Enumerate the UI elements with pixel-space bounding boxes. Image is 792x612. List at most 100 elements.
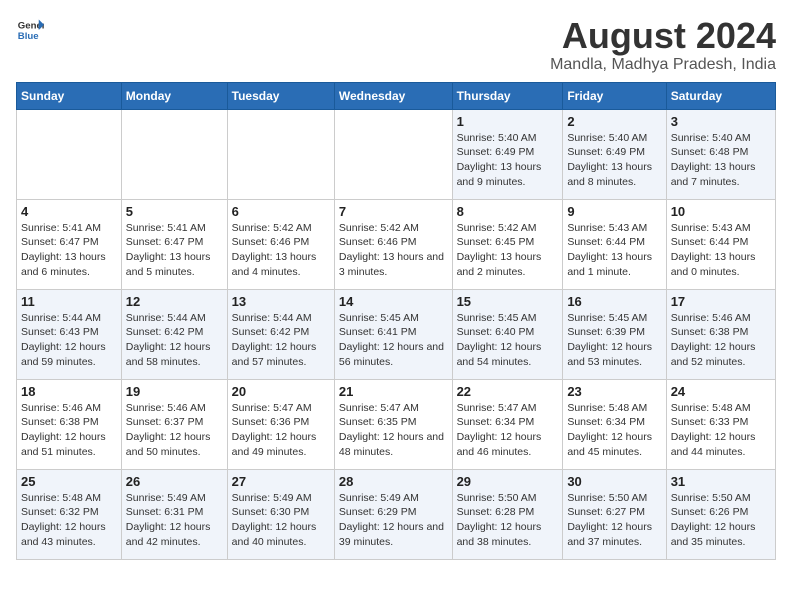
main-title: August 2024 (550, 16, 776, 56)
calendar-cell: 12Sunrise: 5:44 AMSunset: 6:42 PMDayligh… (121, 289, 227, 379)
day-info: Sunrise: 5:41 AMSunset: 6:47 PMDaylight:… (21, 221, 117, 280)
calendar-header-row: SundayMondayTuesdayWednesdayThursdayFrid… (17, 82, 776, 109)
day-info: Sunrise: 5:40 AMSunset: 6:49 PMDaylight:… (567, 131, 661, 190)
calendar-cell (17, 109, 122, 199)
day-number: 5 (126, 204, 223, 219)
day-number: 12 (126, 294, 223, 309)
logo-icon: General Blue (16, 16, 44, 44)
day-of-week-header: Saturday (666, 82, 775, 109)
day-number: 24 (671, 384, 771, 399)
day-number: 6 (232, 204, 330, 219)
day-info: Sunrise: 5:43 AMSunset: 6:44 PMDaylight:… (567, 221, 661, 280)
day-of-week-header: Sunday (17, 82, 122, 109)
calendar-cell: 20 Sunrise: 5:47 AMSunset: 6:36 PMDayligh… (227, 379, 334, 469)
day-info: Sunrise: 5:48 AMSunset: 6:33 PMDaylight:… (671, 401, 771, 460)
day-number: 10 (671, 204, 771, 219)
calendar-cell: 25 Sunrise: 5:48 AMSunset: 6:32 PMDayligh… (17, 469, 122, 559)
day-info: Sunrise: 5:49 AMSunset: 6:30 PMDaylight:… (232, 491, 330, 550)
day-number: 2 (567, 114, 661, 129)
day-number: 22 (457, 384, 559, 399)
day-number: 3 (671, 114, 771, 129)
day-number: 4 (21, 204, 117, 219)
day-number: 20 (232, 384, 330, 399)
calendar-cell: 6 Sunrise: 5:42 AMSunset: 6:46 PMDaylight… (227, 199, 334, 289)
day-info: Sunrise: 5:45 AMSunset: 6:41 PMDaylight:… (339, 311, 448, 370)
day-number: 9 (567, 204, 661, 219)
day-of-week-header: Tuesday (227, 82, 334, 109)
calendar-cell: 16 Sunrise: 5:45 AMSunset: 6:39 PMDayligh… (563, 289, 666, 379)
day-info: Sunrise: 5:50 AMSunset: 6:28 PMDaylight:… (457, 491, 559, 550)
day-number: 19 (126, 384, 223, 399)
day-number: 25 (21, 474, 117, 489)
calendar-cell: 10 Sunrise: 5:43 AMSunset: 6:44 PMDayligh… (666, 199, 775, 289)
calendar-cell: 11Sunrise: 5:44 AMSunset: 6:43 PMDayligh… (17, 289, 122, 379)
calendar-cell: 26Sunrise: 5:49 AMSunset: 6:31 PMDayligh… (121, 469, 227, 559)
day-info: Sunrise: 5:47 AMSunset: 6:35 PMDaylight:… (339, 401, 448, 460)
day-number: 13 (232, 294, 330, 309)
day-info: Sunrise: 5:44 AMSunset: 6:43 PMDaylight:… (21, 311, 117, 370)
day-info: Sunrise: 5:41 AMSunset: 6:47 PMDaylight:… (126, 221, 223, 280)
day-number: 17 (671, 294, 771, 309)
day-of-week-header: Thursday (452, 82, 563, 109)
calendar-cell (334, 109, 452, 199)
day-info: Sunrise: 5:49 AMSunset: 6:29 PMDaylight:… (339, 491, 448, 550)
day-number: 23 (567, 384, 661, 399)
day-info: Sunrise: 5:50 AMSunset: 6:27 PMDaylight:… (567, 491, 661, 550)
day-info: Sunrise: 5:47 AMSunset: 6:36 PMDaylight:… (232, 401, 330, 460)
calendar-cell: 15 Sunrise: 5:45 AMSunset: 6:40 PMDayligh… (452, 289, 563, 379)
calendar-week-row: 11Sunrise: 5:44 AMSunset: 6:43 PMDayligh… (17, 289, 776, 379)
day-info: Sunrise: 5:46 AMSunset: 6:38 PMDaylight:… (671, 311, 771, 370)
day-number: 7 (339, 204, 448, 219)
day-info: Sunrise: 5:48 AMSunset: 6:34 PMDaylight:… (567, 401, 661, 460)
svg-text:Blue: Blue (18, 31, 39, 42)
calendar-cell: 7 Sunrise: 5:42 AMSunset: 6:46 PMDaylight… (334, 199, 452, 289)
calendar-cell: 2 Sunrise: 5:40 AMSunset: 6:49 PMDaylight… (563, 109, 666, 199)
day-number: 31 (671, 474, 771, 489)
day-info: Sunrise: 5:42 AMSunset: 6:46 PMDaylight:… (339, 221, 448, 280)
day-info: Sunrise: 5:45 AMSunset: 6:39 PMDaylight:… (567, 311, 661, 370)
calendar-cell: 27Sunrise: 5:49 AMSunset: 6:30 PMDayligh… (227, 469, 334, 559)
day-info: Sunrise: 5:47 AMSunset: 6:34 PMDaylight:… (457, 401, 559, 460)
calendar-table: SundayMondayTuesdayWednesdayThursdayFrid… (16, 82, 776, 560)
calendar-cell: 21Sunrise: 5:47 AMSunset: 6:35 PMDayligh… (334, 379, 452, 469)
calendar-cell (121, 109, 227, 199)
day-info: Sunrise: 5:46 AMSunset: 6:38 PMDaylight:… (21, 401, 117, 460)
calendar-cell: 3Sunrise: 5:40 AMSunset: 6:48 PMDaylight… (666, 109, 775, 199)
day-info: Sunrise: 5:45 AMSunset: 6:40 PMDaylight:… (457, 311, 559, 370)
subtitle: Mandla, Madhya Pradesh, India (550, 56, 776, 74)
calendar-cell: 23 Sunrise: 5:48 AMSunset: 6:34 PMDayligh… (563, 379, 666, 469)
day-number: 15 (457, 294, 559, 309)
calendar-cell: 24 Sunrise: 5:48 AMSunset: 6:33 PMDayligh… (666, 379, 775, 469)
day-number: 8 (457, 204, 559, 219)
day-number: 30 (567, 474, 661, 489)
calendar-cell: 30 Sunrise: 5:50 AMSunset: 6:27 PMDayligh… (563, 469, 666, 559)
day-number: 16 (567, 294, 661, 309)
day-number: 14 (339, 294, 448, 309)
calendar-cell: 31 Sunrise: 5:50 AMSunset: 6:26 PMDayligh… (666, 469, 775, 559)
calendar-cell: 28Sunrise: 5:49 AMSunset: 6:29 PMDayligh… (334, 469, 452, 559)
day-info: Sunrise: 5:44 AMSunset: 6:42 PMDaylight:… (232, 311, 330, 370)
calendar-cell: 29 Sunrise: 5:50 AMSunset: 6:28 PMDayligh… (452, 469, 563, 559)
day-of-week-header: Wednesday (334, 82, 452, 109)
day-info: Sunrise: 5:50 AMSunset: 6:26 PMDaylight:… (671, 491, 771, 550)
day-info: Sunrise: 5:46 AMSunset: 6:37 PMDaylight:… (126, 401, 223, 460)
calendar-cell: 14 Sunrise: 5:45 AMSunset: 6:41 PMDayligh… (334, 289, 452, 379)
day-number: 29 (457, 474, 559, 489)
calendar-week-row: 4 Sunrise: 5:41 AMSunset: 6:47 PMDaylight… (17, 199, 776, 289)
calendar-cell: 5 Sunrise: 5:41 AMSunset: 6:47 PMDaylight… (121, 199, 227, 289)
day-of-week-header: Friday (563, 82, 666, 109)
day-number: 18 (21, 384, 117, 399)
day-info: Sunrise: 5:49 AMSunset: 6:31 PMDaylight:… (126, 491, 223, 550)
day-info: Sunrise: 5:42 AMSunset: 6:46 PMDaylight:… (232, 221, 330, 280)
title-area: August 2024 Mandla, Madhya Pradesh, Indi… (550, 16, 776, 74)
calendar-cell: 19 Sunrise: 5:46 AMSunset: 6:37 PMDayligh… (121, 379, 227, 469)
calendar-cell: 9 Sunrise: 5:43 AMSunset: 6:44 PMDaylight… (563, 199, 666, 289)
calendar-cell: 17 Sunrise: 5:46 AMSunset: 6:38 PMDayligh… (666, 289, 775, 379)
calendar-cell: 1Sunrise: 5:40 AMSunset: 6:49 PMDaylight… (452, 109, 563, 199)
day-info: Sunrise: 5:48 AMSunset: 6:32 PMDaylight:… (21, 491, 117, 550)
calendar-cell: 18 Sunrise: 5:46 AMSunset: 6:38 PMDayligh… (17, 379, 122, 469)
day-info: Sunrise: 5:43 AMSunset: 6:44 PMDaylight:… (671, 221, 771, 280)
calendar-cell (227, 109, 334, 199)
day-of-week-header: Monday (121, 82, 227, 109)
header: General Blue August 2024 Mandla, Madhya … (16, 16, 776, 74)
